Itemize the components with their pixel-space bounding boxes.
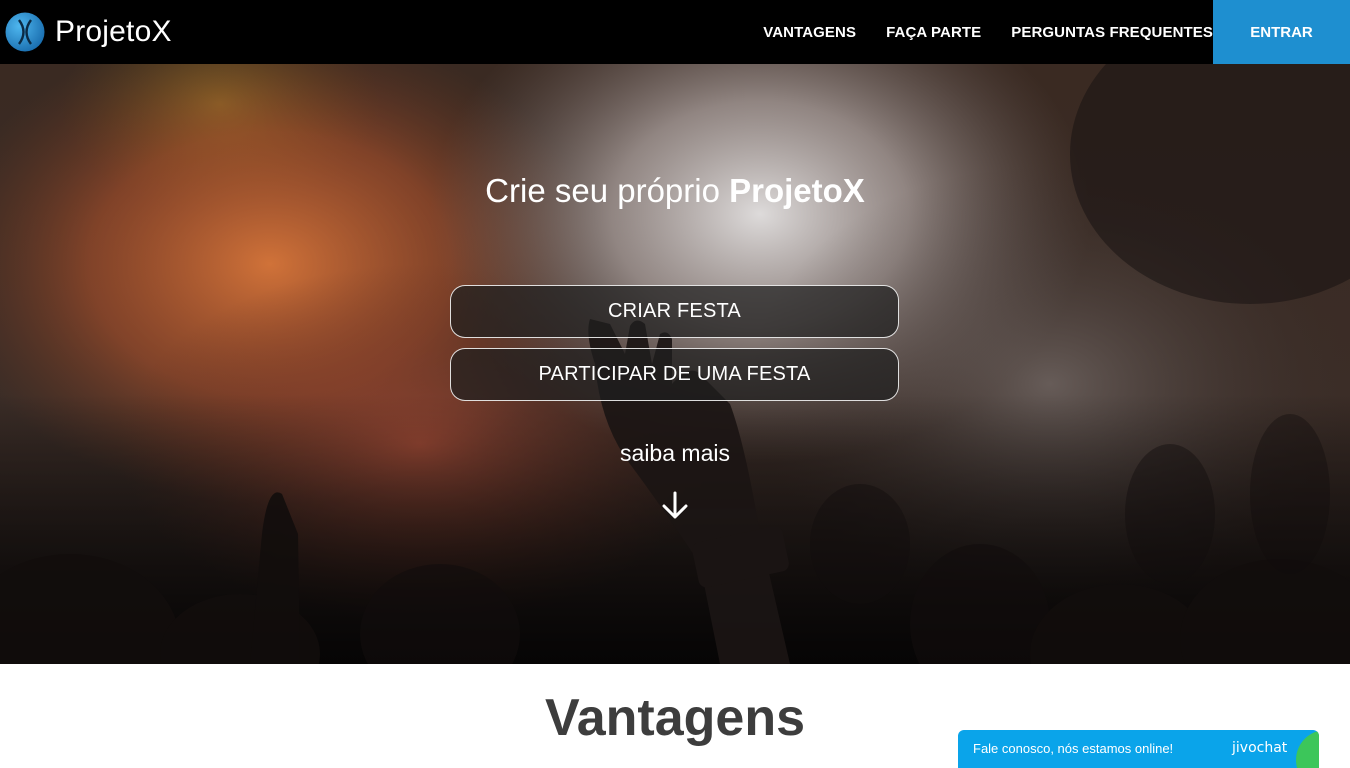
chat-brand-label: jivochat: [1232, 740, 1288, 756]
login-button[interactable]: ENTRAR: [1213, 0, 1350, 64]
hero-section: Crie seu próprio ProjetoX CRIAR FESTA PA…: [0, 64, 1350, 664]
create-party-button[interactable]: CRIAR FESTA: [450, 285, 899, 338]
x-logo-icon: [5, 12, 45, 52]
nav-links: VANTAGENS FAÇA PARTE PERGUNTAS FREQUENTE…: [733, 0, 1213, 64]
hero-title-brand: ProjetoX: [729, 172, 865, 209]
nav-link-perguntas-frequentes[interactable]: PERGUNTAS FREQUENTES: [1011, 24, 1213, 41]
learn-more-link[interactable]: saiba mais: [0, 440, 1350, 467]
live-chat-widget[interactable]: Fale conosco, nós estamos online! jivoch…: [958, 730, 1319, 768]
nav-link-faca-parte[interactable]: FAÇA PARTE: [886, 24, 981, 41]
brand-home-link[interactable]: ProjetoX: [0, 0, 172, 64]
hero-title: Crie seu próprio ProjetoX: [0, 172, 1350, 210]
hero-title-prefix: Crie seu próprio: [485, 172, 730, 209]
nav-link-vantagens[interactable]: VANTAGENS: [763, 24, 856, 41]
chat-invite-text: Fale conosco, nós estamos online!: [973, 741, 1174, 756]
top-navbar: ProjetoX VANTAGENS FAÇA PARTE PERGUNTAS …: [0, 0, 1350, 64]
arrow-down-icon[interactable]: [661, 491, 689, 521]
brand-name: ProjetoX: [55, 15, 172, 48]
join-party-button[interactable]: PARTICIPAR DE UMA FESTA: [450, 348, 899, 401]
chat-online-indicator: [1296, 730, 1319, 768]
